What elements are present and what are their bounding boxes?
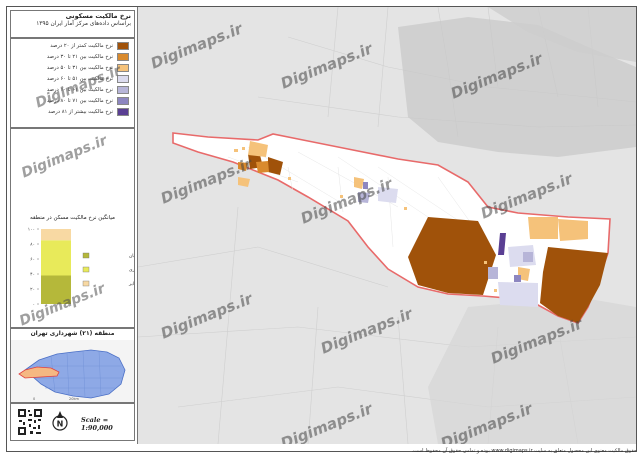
scale-text: Scale = 1:90,000 (81, 416, 113, 432)
chart-panel: Digimaps.ir میانگین نرخ مالکیت مسکن در م… (10, 128, 135, 329)
legend-swatch (117, 42, 129, 50)
inset-map: 0 20km (11, 340, 134, 402)
north-label: N (57, 420, 64, 429)
north-arrow-icon: N (52, 411, 68, 431)
legend-item: نرخ مالکیت بین ۷۱ تا ۸۰ درصد (14, 97, 131, 107)
chart-legend-swatch (82, 266, 90, 273)
qr-code-icon (17, 408, 43, 436)
chart-tick-label: ۶۰ (30, 258, 35, 263)
legend-label: نرخ مالکیت بیشتر از ۸۱ درصد (48, 109, 113, 115)
chart-tick-label: ۴۰ (30, 273, 35, 278)
copyright-footer: حقوق مالکیت معنوی این محصول متعلق به سای… (411, 448, 637, 454)
legend-item: نرخ مالکیت بین ۲۱ تا ۳۰ درصد (14, 53, 131, 63)
title-panel: نرخ مالکیت مسکونی براساس داده‌های مرکز آ… (10, 10, 135, 38)
chart-legend-label: رهن و استیجاری (129, 268, 134, 273)
chart-legend-label: مالک عرصه و اعیان (129, 253, 134, 259)
map-subtitle: براساس داده‌های مرکز آمار ایران ۱۳۹۵ (36, 21, 131, 27)
inset-title: منطقه (۲۱) شهرداری تهران (30, 330, 115, 337)
legend-label: نرخ مالکیت کمتر از ۲۰ درصد (50, 43, 113, 49)
chart-tick-label: ۱۰۰ (28, 228, 35, 233)
map-canvas[interactable]: Digimaps.ir Digimaps.ir Digimaps.ir Digi… (138, 7, 636, 444)
map-svg (138, 7, 636, 444)
chart-tick-label: ۸۰ (30, 243, 35, 248)
legend-item: نرخ مالکیت کمتر از ۲۰ درصد (14, 42, 131, 52)
svg-text:0: 0 (33, 397, 35, 401)
chart-tick-label: ۲۰ (30, 288, 35, 293)
legend-swatch (117, 108, 129, 116)
legend-label: نرخ مالکیت بین ۲۱ تا ۳۰ درصد (46, 54, 113, 60)
chart-legend-swatch (82, 252, 90, 259)
svg-text:20km: 20km (69, 397, 79, 401)
chart-bar-segment (41, 229, 71, 241)
map-title: نرخ مالکیت مسکونی (65, 12, 131, 20)
legend-swatch (117, 86, 129, 94)
legend-panel: نرخ مالکیت کمتر از ۲۰ درصد نرخ مالکیت بی… (10, 38, 135, 128)
chart-legend-label: سایر (128, 282, 134, 287)
legend-item: نرخ مالکیت بیشتر از ۸۱ درصد (14, 108, 131, 118)
chart-bar-segment (41, 240, 71, 276)
inset-panel: منطقه (۲۱) شهرداری تهران 0 20km (10, 328, 135, 403)
scale-panel: N Scale = 1:90,000 (10, 403, 135, 441)
legend-swatch (117, 97, 129, 105)
legend-swatch (117, 53, 129, 61)
sidebar: نرخ مالکیت مسکونی براساس داده‌های مرکز آ… (7, 7, 138, 444)
